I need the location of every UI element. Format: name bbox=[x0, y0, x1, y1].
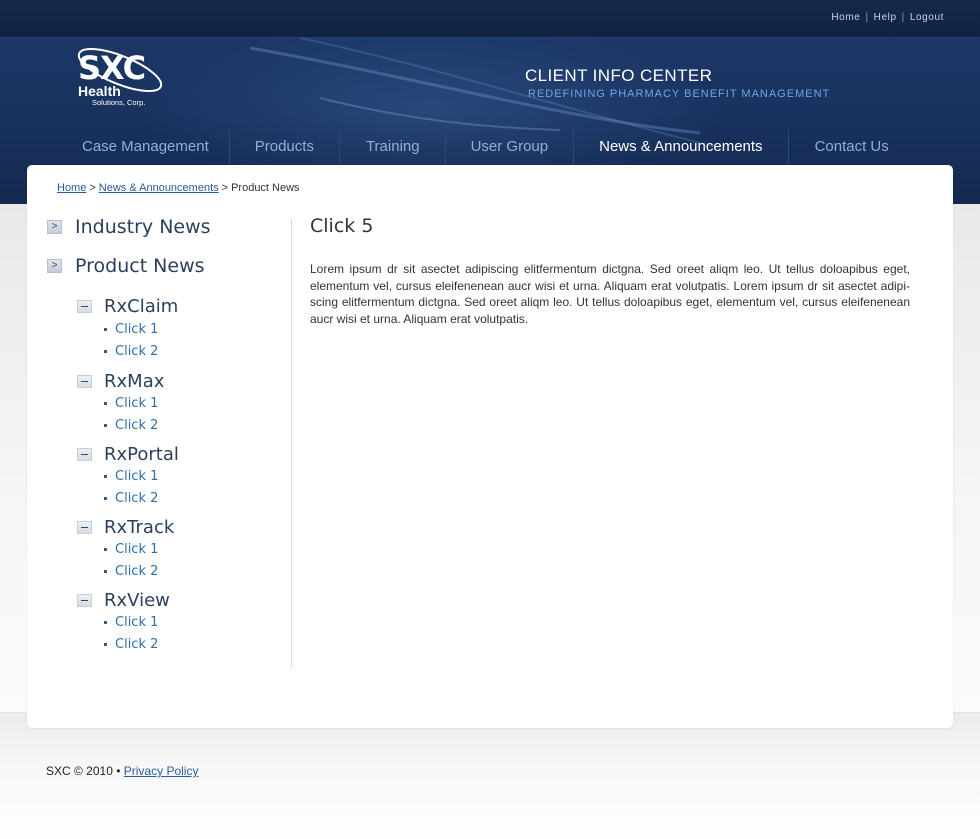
list-item-label: Click 1 bbox=[115, 541, 159, 557]
nav-contact-us[interactable]: Contact Us bbox=[787, 130, 909, 164]
list-item[interactable]: Click 2 bbox=[104, 487, 287, 509]
list-item[interactable]: Click 1 bbox=[104, 465, 287, 487]
site-subtitle: REDEFINING PHARMACY BENEFIT MANAGEMENT bbox=[528, 88, 831, 100]
bullet-icon bbox=[104, 496, 107, 500]
collapse-icon[interactable] bbox=[77, 447, 92, 461]
bullet-icon bbox=[104, 349, 107, 353]
list-item[interactable]: Click 2 bbox=[104, 414, 287, 436]
product-label: RxClaim bbox=[104, 295, 179, 317]
logo-text: SXC bbox=[78, 49, 146, 87]
logout-link[interactable]: Logout bbox=[910, 12, 944, 23]
list-item[interactable]: Click 1 bbox=[104, 611, 287, 633]
separator: | bbox=[901, 12, 905, 23]
list-item[interactable]: Click 1 bbox=[104, 392, 287, 414]
product-label: RxTrack bbox=[104, 516, 175, 538]
list-item-label: Click 2 bbox=[115, 563, 159, 579]
separator: | bbox=[865, 12, 869, 23]
list-item[interactable]: Click 1 bbox=[104, 318, 287, 340]
list-item[interactable]: Click 2 bbox=[104, 340, 287, 362]
article: Click 5 Lorem ipsum dr sit asectet adipi… bbox=[310, 215, 910, 327]
breadcrumb-separator: > bbox=[221, 182, 229, 194]
help-link[interactable]: Help bbox=[874, 12, 897, 23]
product-list: RxClaim Click 1 Click 2 RxMax Click 1 Cl… bbox=[77, 295, 287, 655]
product-label: RxView bbox=[104, 589, 170, 611]
bullet-icon bbox=[104, 327, 107, 331]
list-item[interactable]: Click 1 bbox=[104, 538, 287, 560]
collapse-icon[interactable] bbox=[77, 299, 92, 313]
nav-user-group[interactable]: User Group bbox=[444, 130, 574, 164]
sidebar-item-product-news[interactable]: > Product News bbox=[47, 255, 287, 277]
bullet-icon bbox=[104, 620, 107, 624]
nav-case-management[interactable]: Case Management bbox=[62, 130, 229, 164]
nav-training[interactable]: Training bbox=[338, 130, 445, 164]
collapse-icon[interactable] bbox=[77, 374, 92, 388]
copyright-text: SXC © 2010 • bbox=[46, 764, 121, 778]
bullet-icon bbox=[104, 547, 107, 551]
list-item-label: Click 1 bbox=[115, 614, 159, 630]
breadcrumb-current: Product News bbox=[231, 182, 300, 194]
main-nav: Case Management Products Training User G… bbox=[62, 130, 909, 164]
bullet-icon bbox=[104, 401, 107, 405]
list-item-label: Click 2 bbox=[115, 490, 159, 506]
collapse-icon[interactable] bbox=[77, 520, 92, 534]
logo-corp-text: Solutions, Corp. bbox=[92, 98, 146, 107]
list-item-label: Click 2 bbox=[115, 636, 159, 652]
product-label: RxMax bbox=[104, 370, 165, 392]
list-item-label: Click 2 bbox=[115, 417, 159, 433]
list-item[interactable]: Click 2 bbox=[104, 560, 287, 582]
breadcrumb: Home > News & Announcements > Product News bbox=[57, 182, 300, 194]
home-link[interactable]: Home bbox=[831, 12, 860, 23]
utility-nav: Home | Help | Logout bbox=[831, 12, 944, 23]
sidebar-item-label: Product News bbox=[75, 255, 205, 277]
bullet-icon bbox=[104, 642, 107, 646]
arrow-right-icon: > bbox=[47, 220, 62, 234]
content-panel: Home > News & Announcements > Product News >… bbox=[27, 165, 953, 728]
sidebar-item-industry-news[interactable]: > Industry News bbox=[47, 216, 287, 238]
bullet-icon bbox=[104, 569, 107, 573]
logo-health-text: Health bbox=[78, 83, 121, 99]
list-item-label: Click 1 bbox=[115, 468, 159, 484]
footer: SXC © 2010 • Privacy Policy bbox=[46, 764, 198, 778]
nav-news-announcements[interactable]: News & Announcements bbox=[573, 130, 787, 164]
sidebar-item-label: Industry News bbox=[75, 216, 211, 238]
breadcrumb-section[interactable]: News & Announcements bbox=[99, 182, 219, 194]
product-rxportal[interactable]: RxPortal bbox=[77, 443, 287, 465]
product-rxmax[interactable]: RxMax bbox=[77, 370, 287, 392]
collapse-icon[interactable] bbox=[77, 593, 92, 607]
site-title: CLIENT INFO CENTER bbox=[525, 66, 713, 85]
product-rxview[interactable]: RxView bbox=[77, 589, 287, 611]
breadcrumb-home[interactable]: Home bbox=[57, 182, 86, 194]
list-item-label: Click 1 bbox=[115, 395, 159, 411]
article-title: Click 5 bbox=[310, 215, 374, 237]
product-label: RxPortal bbox=[104, 443, 179, 465]
top-bar: Home | Help | Logout bbox=[0, 0, 980, 38]
product-rxclaim[interactable]: RxClaim bbox=[77, 295, 287, 317]
privacy-policy-link[interactable]: Privacy Policy bbox=[124, 764, 199, 778]
article-body: Lorem ipsum dr sit asectet adipiscing el… bbox=[310, 262, 910, 326]
product-rxtrack[interactable]: RxTrack bbox=[77, 516, 287, 538]
bullet-icon bbox=[104, 474, 107, 478]
column-divider bbox=[291, 220, 292, 668]
nav-products[interactable]: Products bbox=[228, 130, 339, 164]
breadcrumb-separator: > bbox=[89, 182, 96, 194]
list-item-label: Click 2 bbox=[115, 343, 159, 359]
sidebar: > Industry News > Product News RxClaim C… bbox=[47, 216, 287, 655]
list-item[interactable]: Click 2 bbox=[104, 633, 287, 655]
list-item-label: Click 1 bbox=[115, 321, 159, 337]
arrow-right-icon: > bbox=[47, 259, 62, 273]
sxc-logo[interactable]: SXC Health Solutions, Corp. bbox=[72, 44, 172, 112]
bullet-icon bbox=[104, 423, 107, 427]
